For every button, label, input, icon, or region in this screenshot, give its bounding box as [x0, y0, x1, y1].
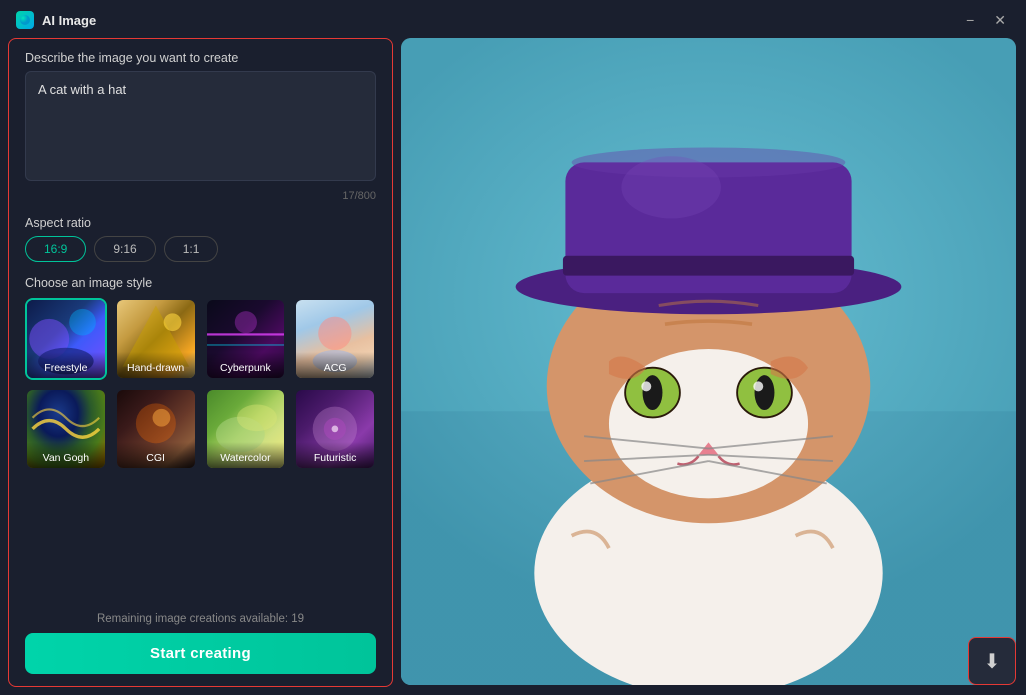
cat-image: [401, 38, 1016, 685]
ratio-16-9[interactable]: 16:9: [25, 236, 86, 262]
main-layout: Describe the image you want to create A …: [0, 38, 1026, 695]
left-panel: Describe the image you want to create A …: [8, 38, 393, 687]
title-controls: − ✕: [962, 11, 1010, 29]
style-watercolor-label: Watercolor: [207, 442, 285, 468]
style-acg-label: ACG: [296, 352, 374, 378]
title-bar: AI Image − ✕: [0, 0, 1026, 38]
style-cyberpunk-label: Cyberpunk: [207, 352, 285, 378]
char-count: 17/800: [25, 190, 376, 202]
describe-label: Describe the image you want to create: [25, 51, 376, 65]
aspect-ratio-label: Aspect ratio: [25, 216, 376, 230]
ratio-1-1[interactable]: 1:1: [164, 236, 219, 262]
download-icon: ⬇: [984, 649, 1001, 674]
title-bar-left: AI Image: [16, 11, 96, 29]
remaining-text: Remaining image creations available: 19: [25, 613, 376, 625]
download-area: ⬇: [968, 637, 1016, 685]
aspect-ratio-section: Aspect ratio 16:9 9:16 1:1: [25, 216, 376, 262]
style-cyberpunk[interactable]: Cyberpunk: [205, 298, 287, 380]
ratio-9-16[interactable]: 9:16: [94, 236, 155, 262]
left-panel-bottom: Remaining image creations available: 19 …: [25, 613, 376, 674]
close-button[interactable]: ✕: [990, 11, 1010, 29]
right-panel: ⬇: [401, 38, 1026, 695]
prompt-textarea[interactable]: A cat with a hat: [25, 71, 376, 181]
style-vangogh[interactable]: Van Gogh: [25, 388, 107, 470]
style-grid: Freestyle Hand-drawn: [25, 298, 376, 470]
style-freestyle[interactable]: Freestyle: [25, 298, 107, 380]
style-hand-drawn-label: Hand-drawn: [117, 352, 195, 378]
style-section: Choose an image style Freestyle: [25, 276, 376, 470]
style-cgi-label: CGI: [117, 442, 195, 468]
minimize-button[interactable]: −: [962, 11, 978, 29]
style-freestyle-label: Freestyle: [27, 352, 105, 378]
download-button[interactable]: ⬇: [968, 637, 1016, 685]
style-cgi[interactable]: CGI: [115, 388, 197, 470]
generated-image-display: [401, 38, 1016, 685]
app-icon: [16, 11, 34, 29]
style-watercolor[interactable]: Watercolor: [205, 388, 287, 470]
style-futuristic-label: Futuristic: [296, 442, 374, 468]
start-creating-button[interactable]: Start creating: [25, 633, 376, 674]
describe-section: Describe the image you want to create A …: [25, 51, 376, 202]
window-title: AI Image: [42, 13, 96, 28]
style-label: Choose an image style: [25, 276, 376, 290]
style-futuristic[interactable]: Futuristic: [294, 388, 376, 470]
style-vangogh-label: Van Gogh: [27, 442, 105, 468]
ratio-buttons: 16:9 9:16 1:1: [25, 236, 376, 262]
style-hand-drawn[interactable]: Hand-drawn: [115, 298, 197, 380]
style-acg[interactable]: ACG: [294, 298, 376, 380]
